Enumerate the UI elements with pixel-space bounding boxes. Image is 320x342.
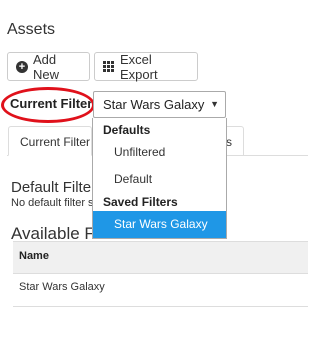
filter-select[interactable]: Star Wars Galaxy ▼ [93,91,226,118]
dropdown-option-star-wars-galaxy[interactable]: Star Wars Galaxy [93,211,226,238]
excel-export-button[interactable]: Excel Export [94,51,198,82]
dropdown-caret-icon: ▼ [210,99,219,109]
dropdown-group-defaults: Defaults [103,123,151,137]
tab-partial[interactable]: s [224,126,244,156]
add-new-button[interactable]: + Add New [7,51,90,82]
default-filter-message: No default filter s [11,197,94,209]
row-divider [13,306,308,307]
tab-current-filter[interactable]: Current Filter [8,126,92,156]
filter-select-value: Star Wars Galaxy [103,97,205,112]
page-title: Assets [7,21,56,38]
table-header [13,241,308,274]
dropdown-option-default[interactable]: Default [93,172,226,186]
default-filter-heading: Default Filte [11,179,92,196]
dropdown-group-saved-filters: Saved Filters [103,195,178,209]
excel-export-label: Excel Export [120,51,158,82]
add-new-label: Add New [33,51,60,82]
table-row[interactable]: Star Wars Galaxy [19,281,105,293]
column-header-name: Name [19,250,49,262]
plus-circle-icon: + [16,60,28,73]
highlight-circle-annotation [1,87,95,123]
filter-dropdown-menu: Defaults Unfiltered Default Saved Filter… [92,118,227,239]
grid-icon [103,61,114,72]
dropdown-option-unfiltered[interactable]: Unfiltered [93,145,226,159]
